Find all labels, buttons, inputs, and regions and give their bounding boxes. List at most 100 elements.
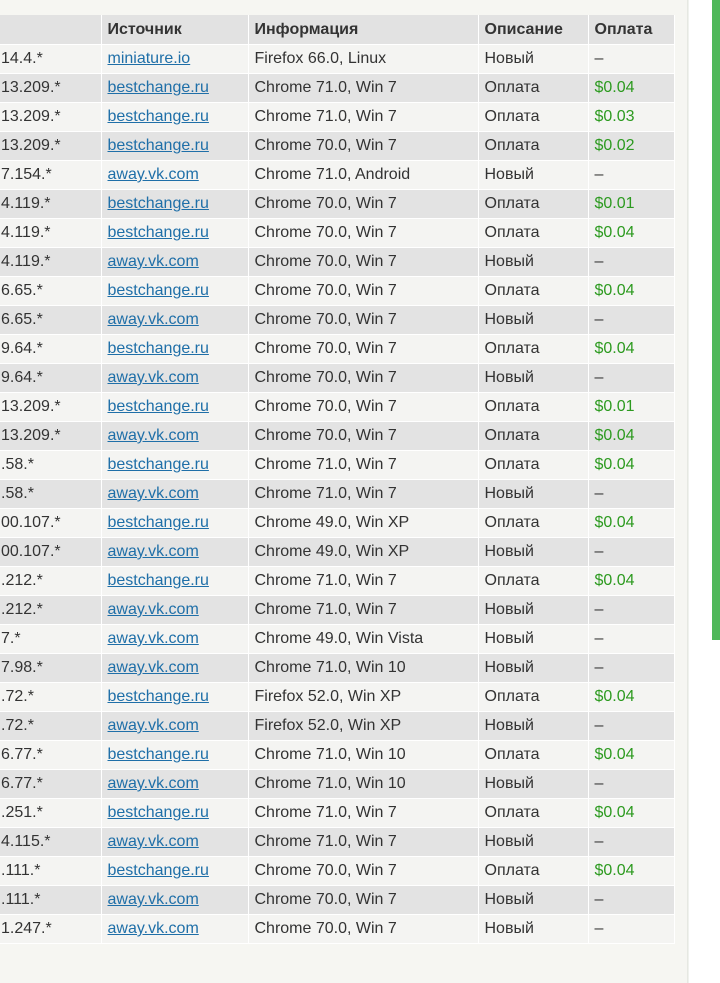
content-area: Источник Информация Описание Оплата 14.4… (0, 0, 688, 983)
source-link[interactable]: away.vk.com (108, 253, 199, 270)
cell-description: Оплата (478, 392, 589, 422)
source-link[interactable]: bestchange.ru (108, 572, 209, 589)
cell-info: Chrome 70.0, Win 7 (248, 305, 479, 335)
source-link[interactable]: away.vk.com (108, 717, 199, 734)
source-link[interactable]: bestchange.ru (108, 282, 209, 299)
cell-ip: .72.* (0, 711, 102, 741)
source-link[interactable]: away.vk.com (108, 601, 199, 618)
cell-payment: – (588, 914, 675, 944)
cell-ip: .111.* (0, 856, 102, 886)
cell-info: Chrome 71.0, Win 7 (248, 102, 479, 132)
source-link[interactable]: away.vk.com (108, 891, 199, 908)
cell-description: Оплата (478, 798, 589, 828)
cell-ip: 13.209.* (0, 102, 102, 132)
source-link[interactable]: away.vk.com (108, 485, 199, 502)
table-row: 6.65.* away.vk.com Chrome 70.0, Win 7 Новый… (0, 305, 675, 335)
cell-info: Chrome 70.0, Win 7 (248, 885, 479, 915)
source-link[interactable]: away.vk.com (108, 833, 199, 850)
cell-source: away.vk.com (101, 827, 249, 857)
cell-ip: 7.* (0, 624, 102, 654)
cell-source: bestchange.ru (101, 218, 249, 248)
cell-source: bestchange.ru (101, 798, 249, 828)
source-link[interactable]: bestchange.ru (108, 195, 209, 212)
source-link[interactable]: away.vk.com (108, 775, 199, 792)
table-row: 1.247.* away.vk.com Chrome 70.0, Win 7 Новы… (0, 914, 675, 944)
cell-source: bestchange.ru (101, 189, 249, 219)
cell-info: Chrome 70.0, Win 7 (248, 914, 479, 944)
cell-info: Chrome 70.0, Win 7 (248, 247, 479, 277)
cell-payment: $0.04 (588, 450, 675, 480)
cell-ip: .72.* (0, 682, 102, 712)
cell-info: Chrome 49.0, Win XP (248, 508, 479, 538)
table-row: .58.* bestchange.ru Chrome 71.0, Win 7 Опла… (0, 450, 675, 480)
column-header-payment[interactable]: Оплата (588, 15, 675, 45)
source-link[interactable]: bestchange.ru (108, 746, 209, 763)
cell-description: Оплата (478, 856, 589, 886)
table-row: 4.115.* away.vk.com Chrome 71.0, Win 7 Новы… (0, 827, 675, 857)
cell-payment: $0.04 (588, 566, 675, 596)
source-link[interactable]: away.vk.com (108, 427, 199, 444)
cell-payment: – (588, 711, 675, 741)
source-link[interactable]: away.vk.com (108, 543, 199, 560)
cell-description: Оплата (478, 421, 589, 451)
table-row: .111.* bestchange.ru Chrome 70.0, Win 7 Опл… (0, 856, 675, 886)
column-header-info[interactable]: Информация (248, 15, 479, 45)
source-link[interactable]: away.vk.com (108, 166, 199, 183)
table-row: 13.209.* bestchange.ru Chrome 71.0, Win 7О… (0, 73, 675, 103)
source-link[interactable]: miniature.io (108, 50, 191, 67)
table-row: 13.209.* bestchange.ru Chrome 71.0, Win 7О… (0, 102, 675, 132)
table-row: 13.209.* bestchange.ru Chrome 70.0, Win 7О… (0, 392, 675, 422)
cell-payment: – (588, 247, 675, 277)
source-link[interactable]: away.vk.com (108, 920, 199, 937)
table-row: 7.154.* away.vk.com Chrome 71.0, Android Но… (0, 160, 675, 190)
source-link[interactable]: away.vk.com (108, 369, 199, 386)
accent-scrollbar[interactable] (712, 0, 720, 640)
source-link[interactable]: bestchange.ru (108, 340, 209, 357)
cell-payment: – (588, 769, 675, 799)
cell-ip: 7.98.* (0, 653, 102, 683)
source-link[interactable]: away.vk.com (108, 311, 199, 328)
cell-description: Оплата (478, 566, 589, 596)
cell-description: Новый (478, 160, 589, 190)
cell-source: away.vk.com (101, 479, 249, 509)
cell-description: Новый (478, 827, 589, 857)
cell-payment: $0.03 (588, 102, 675, 132)
cell-payment: $0.04 (588, 73, 675, 103)
cell-payment: – (588, 479, 675, 509)
cell-ip: 4.119.* (0, 189, 102, 219)
cell-source: away.vk.com (101, 537, 249, 567)
source-link[interactable]: bestchange.ru (108, 804, 209, 821)
source-link[interactable]: bestchange.ru (108, 514, 209, 531)
table-row: 14.4.* miniature.io Firefox 66.0, Linux Нов… (0, 44, 675, 74)
cell-ip: .58.* (0, 450, 102, 480)
cell-info: Chrome 71.0, Win 7 (248, 566, 479, 596)
cell-ip: 4.119.* (0, 247, 102, 277)
source-link[interactable]: away.vk.com (108, 659, 199, 676)
source-link[interactable]: bestchange.ru (108, 862, 209, 879)
table-row: .251.* bestchange.ru Chrome 71.0, Win 7 Опл… (0, 798, 675, 828)
cell-info: Chrome 71.0, Win 7 (248, 595, 479, 625)
cell-payment: – (588, 624, 675, 654)
source-link[interactable]: bestchange.ru (108, 79, 209, 96)
cell-description: Оплата (478, 189, 589, 219)
source-link[interactable]: away.vk.com (108, 630, 199, 647)
cell-source: bestchange.ru (101, 508, 249, 538)
cell-description: Новый (478, 769, 589, 799)
source-link[interactable]: bestchange.ru (108, 688, 209, 705)
source-link[interactable]: bestchange.ru (108, 224, 209, 241)
cell-source: away.vk.com (101, 595, 249, 625)
cell-source: bestchange.ru (101, 276, 249, 306)
cell-source: bestchange.ru (101, 740, 249, 770)
source-link[interactable]: bestchange.ru (108, 398, 209, 415)
column-header-source[interactable]: Источник (101, 15, 249, 45)
column-header-description[interactable]: Описание (478, 15, 589, 45)
table-row: 4.119.* bestchange.ru Chrome 70.0, Win 7 Оп… (0, 189, 675, 219)
cell-info: Chrome 70.0, Win 7 (248, 131, 479, 161)
source-link[interactable]: bestchange.ru (108, 456, 209, 473)
table-row: .58.* away.vk.com Chrome 71.0, Win 7 Новый – (0, 479, 675, 509)
cell-info: Chrome 70.0, Win 7 (248, 421, 479, 451)
cell-ip: .251.* (0, 798, 102, 828)
source-link[interactable]: bestchange.ru (108, 137, 209, 154)
cell-ip: 6.77.* (0, 769, 102, 799)
source-link[interactable]: bestchange.ru (108, 108, 209, 125)
